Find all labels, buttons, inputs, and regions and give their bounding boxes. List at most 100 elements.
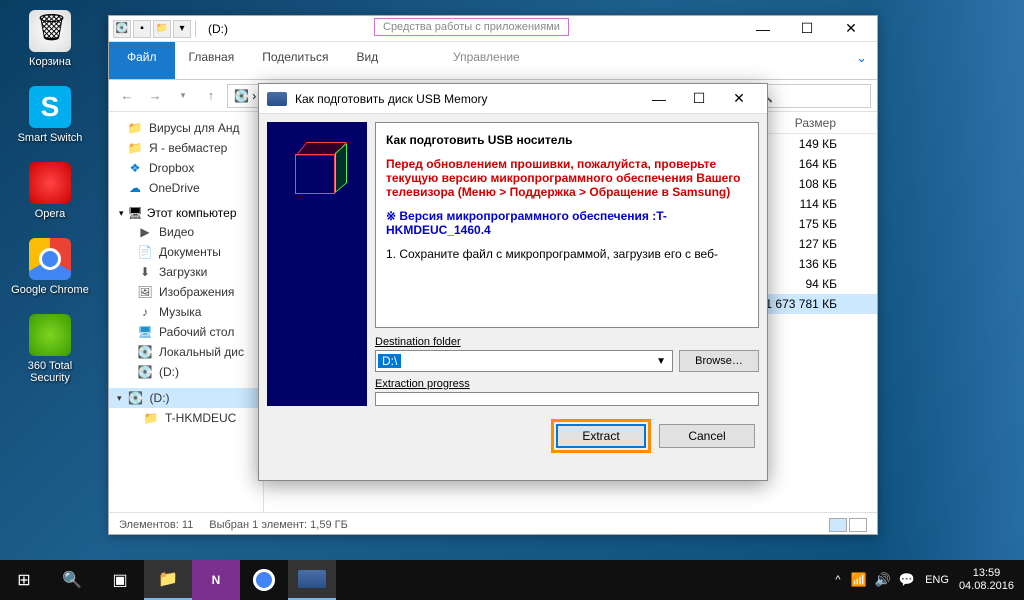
properties-qat-icon[interactable]: ▪ bbox=[133, 20, 151, 38]
desktop-icon-360-total-security[interactable]: 360 Total Security bbox=[10, 314, 90, 384]
chevron-down-icon: ▾ bbox=[119, 208, 124, 219]
sidebar-item-icon: ⬇ bbox=[137, 264, 153, 280]
taskbar-onenote[interactable]: N bbox=[192, 560, 240, 600]
icons-view-button[interactable] bbox=[849, 518, 867, 532]
taskbar-explorer[interactable]: 📁 bbox=[144, 560, 192, 600]
sidebar-item-icon: ▶ bbox=[137, 224, 153, 240]
sidebar-item-label: Локальный дис bbox=[159, 345, 244, 359]
sidebar-item-label: OneDrive bbox=[149, 181, 200, 195]
firmware-version: ※ Версия микропрограммного обеспечения :… bbox=[386, 209, 748, 237]
destination-combobox[interactable]: D:\ ▼ bbox=[375, 350, 673, 372]
browse-button[interactable]: Browse… bbox=[679, 350, 759, 372]
sidebar-item-label: Dropbox bbox=[149, 161, 194, 175]
clock[interactable]: 13:59 04.08.2016 bbox=[959, 567, 1014, 593]
ribbon-expand-icon[interactable]: ⌄ bbox=[846, 42, 877, 79]
tab-view[interactable]: Вид bbox=[342, 42, 392, 79]
history-dropdown-icon[interactable]: ▾ bbox=[171, 84, 195, 108]
sidebar-item-label: (D:) bbox=[150, 391, 170, 405]
dialog-minimize-button[interactable]: — bbox=[639, 85, 679, 113]
sidebar-item-label: Видео bbox=[159, 225, 194, 239]
dialog-title: Как подготовить диск USB Memory bbox=[295, 92, 639, 106]
dialog-maximize-button[interactable]: ☐ bbox=[679, 85, 719, 113]
instructions-warning: Перед обновлением прошивки, пожалуйста, … bbox=[386, 157, 748, 199]
explorer-titlebar: 💽 ▪ 📁 ▾ (D:) Средства работы с приложени… bbox=[109, 16, 877, 42]
tab-home[interactable]: Главная bbox=[175, 42, 249, 79]
address-drive-icon: 💽 › bbox=[234, 89, 256, 103]
usb-prepare-dialog: Как подготовить диск USB Memory — ☐ ✕ Ка… bbox=[258, 83, 768, 481]
sidebar-item[interactable]: 🖼Изображения bbox=[109, 282, 263, 302]
this-pc-icon: 🖥 bbox=[128, 206, 143, 220]
sidebar-item[interactable]: 📁 Я - вебмастер bbox=[109, 138, 263, 158]
sidebar-item[interactable]: ☁OneDrive bbox=[109, 178, 263, 198]
cube-icon bbox=[287, 140, 347, 200]
sidebar-item[interactable]: ❖ Dropbox bbox=[109, 158, 263, 178]
taskbar-chrome[interactable] bbox=[240, 560, 288, 600]
sidebar-item-label: Документы bbox=[159, 245, 221, 259]
samsung-icon bbox=[267, 92, 287, 106]
forward-button[interactable]: → bbox=[143, 84, 167, 108]
sidebar-item[interactable]: ♪Музыка bbox=[109, 302, 263, 322]
close-button[interactable]: ✕ bbox=[829, 16, 873, 42]
sidebar-item-label: Рабочий стол bbox=[159, 325, 234, 339]
taskbar: ⊞ 🔍 ▣ 📁 N ^ 📶 🔊 💬 ENG 13:59 04.08.2016 bbox=[0, 560, 1024, 600]
volume-icon[interactable]: 🔊 bbox=[875, 572, 891, 588]
network-icon[interactable]: 📶 bbox=[851, 572, 867, 588]
desktop-icon-label: Google Chrome bbox=[10, 284, 90, 296]
instructions-panel[interactable]: Как подготовить USB носитель Перед обнов… bbox=[375, 122, 759, 328]
cancel-button[interactable]: Cancel bbox=[659, 424, 755, 448]
desktop-icon-recycle-bin[interactable]: Корзина bbox=[10, 10, 90, 68]
tray-expand-icon[interactable]: ^ bbox=[835, 574, 840, 586]
up-button[interactable]: ↑ bbox=[199, 84, 223, 108]
sidebar-this-pc[interactable]: ▾🖥Этот компьютер bbox=[109, 204, 263, 222]
desktop-icon-opera[interactable]: Opera bbox=[10, 162, 90, 220]
tab-file[interactable]: Файл bbox=[109, 42, 175, 79]
tab-share[interactable]: Поделиться bbox=[248, 42, 342, 79]
sidebar-item[interactable]: 💽 Локальный дис bbox=[109, 342, 263, 362]
minimize-button[interactable]: — bbox=[741, 16, 785, 42]
sidebar-item-icon: 💽 bbox=[137, 344, 153, 360]
chevron-down-icon: ▾ bbox=[117, 393, 122, 404]
instructions-step-1: 1. Сохраните файл с микропрограммой, заг… bbox=[386, 247, 748, 261]
sidebar-item-icon: 📄 bbox=[137, 244, 153, 260]
status-item-count: Элементов: 11 bbox=[119, 519, 193, 531]
dialog-banner bbox=[267, 122, 367, 406]
details-view-button[interactable] bbox=[829, 518, 847, 532]
sidebar-item-label: T-HKMDEUC bbox=[165, 411, 236, 425]
search-taskbar-button[interactable]: 🔍 bbox=[48, 560, 96, 600]
new-folder-qat-icon[interactable]: 📁 bbox=[153, 20, 171, 38]
qat-dropdown-icon[interactable]: ▾ bbox=[173, 20, 191, 38]
sidebar-item-label: Я - вебмастер bbox=[149, 141, 227, 155]
sidebar-item-icon: ❖ bbox=[127, 160, 143, 176]
sidebar-item[interactable]: 💽(D:) bbox=[109, 362, 263, 382]
desktop-icon-label: Smart Switch bbox=[10, 132, 90, 144]
taskbar-samsung-app[interactable] bbox=[288, 560, 336, 600]
sidebar-item[interactable]: 🖥 Рабочий стол bbox=[109, 322, 263, 342]
action-center-icon[interactable]: 💬 bbox=[899, 572, 915, 588]
sidebar-item-selected-drive[interactable]: ▾💽(D:) bbox=[109, 388, 263, 408]
sidebar-item[interactable]: 📁Вирусы для Анд bbox=[109, 118, 263, 138]
language-indicator[interactable]: ENG bbox=[925, 574, 949, 586]
app-tools-contextual-tab: Средства работы с приложениями bbox=[374, 18, 569, 36]
sidebar-item[interactable]: 📁T-HKMDEUC bbox=[109, 408, 263, 428]
column-size[interactable]: Размер bbox=[757, 116, 877, 130]
instructions-heading: Как подготовить USB носитель bbox=[386, 133, 748, 147]
back-button[interactable]: ← bbox=[115, 84, 139, 108]
search-input[interactable]: 🔍 bbox=[751, 84, 871, 108]
maximize-button[interactable]: ☐ bbox=[785, 16, 829, 42]
sidebar-item[interactable]: ⬇ Загрузки bbox=[109, 262, 263, 282]
start-button[interactable]: ⊞ bbox=[0, 560, 48, 600]
destination-label: Destination folder bbox=[375, 336, 759, 348]
sidebar-item-icon: 📁 bbox=[127, 140, 143, 156]
desktop-icon-google-chrome[interactable]: Google Chrome bbox=[10, 238, 90, 296]
sidebar-item-label: Загрузки bbox=[159, 265, 207, 279]
google-chrome-icon bbox=[29, 238, 71, 280]
dialog-close-button[interactable]: ✕ bbox=[719, 85, 759, 113]
task-view-button[interactable]: ▣ bbox=[96, 560, 144, 600]
desktop-icon-smart-switch[interactable]: SSmart Switch bbox=[10, 86, 90, 144]
chevron-down-icon: ▼ bbox=[650, 356, 672, 367]
sidebar-item[interactable]: 📄 Документы bbox=[109, 242, 263, 262]
sidebar-item[interactable]: ▶ Видео bbox=[109, 222, 263, 242]
extract-button[interactable]: Extract bbox=[556, 424, 646, 448]
sidebar-item-icon: 🖥 bbox=[137, 324, 153, 340]
tab-manage[interactable]: Управление bbox=[439, 42, 534, 72]
